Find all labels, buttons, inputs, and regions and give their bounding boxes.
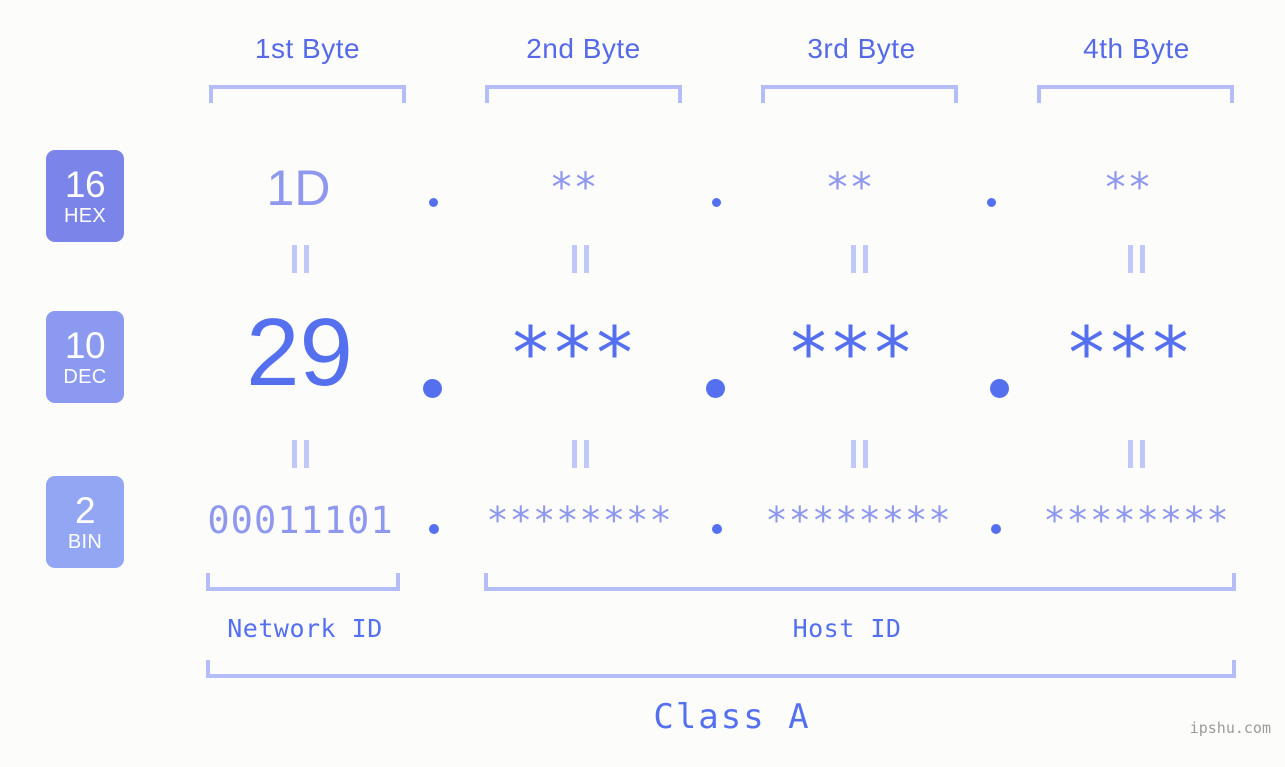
class-bracket <box>206 660 1236 678</box>
dec-dot-separator-3 <box>990 379 1009 398</box>
dec-dot-separator-1 <box>423 379 442 398</box>
byte-bracket-top-1 <box>209 85 406 103</box>
equals-sign-hex-dec-2 <box>572 245 589 273</box>
equals-sign-dec-bin-3 <box>851 440 868 468</box>
dec-byte-value-3: *** <box>790 311 917 395</box>
base-badge-hex-number: 16 <box>64 164 106 205</box>
ip-byte-breakdown-diagram: 1st Byte 2nd Byte 3rd Byte 4th Byte 16 H… <box>0 0 1285 767</box>
base-badge-hex-name: HEX <box>63 205 107 227</box>
hex-dot-separator-1 <box>429 198 438 207</box>
dec-byte-value-4: *** <box>1068 311 1195 395</box>
byte-header-title-3: 3rd Byte <box>807 33 916 64</box>
base-badge-bin: 2 BIN <box>46 476 124 568</box>
bin-byte-value-2: ******** <box>486 498 673 542</box>
site-watermark: ipshu.com <box>1189 719 1271 737</box>
byte-bracket-top-4 <box>1037 85 1234 103</box>
hex-byte-value-4: ** <box>1105 165 1154 211</box>
hex-byte-value-3: ** <box>827 165 876 211</box>
dec-byte-value-1: 29 <box>246 299 353 406</box>
network-id-bracket <box>206 573 400 591</box>
byte-header-title-2: 2nd Byte <box>526 33 641 64</box>
equals-sign-dec-bin-4 <box>1128 440 1145 468</box>
hex-dot-separator-3 <box>987 198 996 207</box>
dec-byte-value-2: *** <box>512 311 639 395</box>
bin-byte-value-4: ******** <box>1043 498 1230 542</box>
base-badge-bin-number: 2 <box>74 490 96 531</box>
hex-byte-value-1: 1D <box>266 160 331 216</box>
dec-dot-separator-2 <box>706 379 725 398</box>
base-badge-dec-number: 10 <box>64 325 106 366</box>
bin-byte-value-1: 00011101 <box>207 498 394 542</box>
bin-dot-separator-2 <box>712 524 722 534</box>
equals-sign-dec-bin-2 <box>572 440 589 468</box>
equals-sign-hex-dec-1 <box>292 245 309 273</box>
equals-sign-hex-dec-4 <box>1128 245 1145 273</box>
host-id-label: Host ID <box>792 614 902 643</box>
equals-sign-dec-bin-1 <box>292 440 309 468</box>
hex-dot-separator-2 <box>712 198 721 207</box>
bin-dot-separator-3 <box>991 524 1001 534</box>
base-badge-bin-name: BIN <box>67 531 103 553</box>
hex-byte-value-2: ** <box>551 165 600 211</box>
base-badge-dec-name: DEC <box>63 366 107 388</box>
network-id-label: Network ID <box>227 614 383 643</box>
byte-bracket-top-3 <box>761 85 958 103</box>
bin-dot-separator-1 <box>429 524 439 534</box>
equals-sign-hex-dec-3 <box>851 245 868 273</box>
class-label: Class A <box>653 697 811 737</box>
byte-header-title-1: 1st Byte <box>254 33 361 64</box>
bin-byte-value-3: ******** <box>765 498 952 542</box>
byte-header-title-4: 4th Byte <box>1083 33 1190 64</box>
base-badge-hex: 16 HEX <box>46 150 124 242</box>
base-badge-dec: 10 DEC <box>46 311 124 403</box>
byte-bracket-top-2 <box>485 85 682 103</box>
host-id-bracket <box>484 573 1236 591</box>
